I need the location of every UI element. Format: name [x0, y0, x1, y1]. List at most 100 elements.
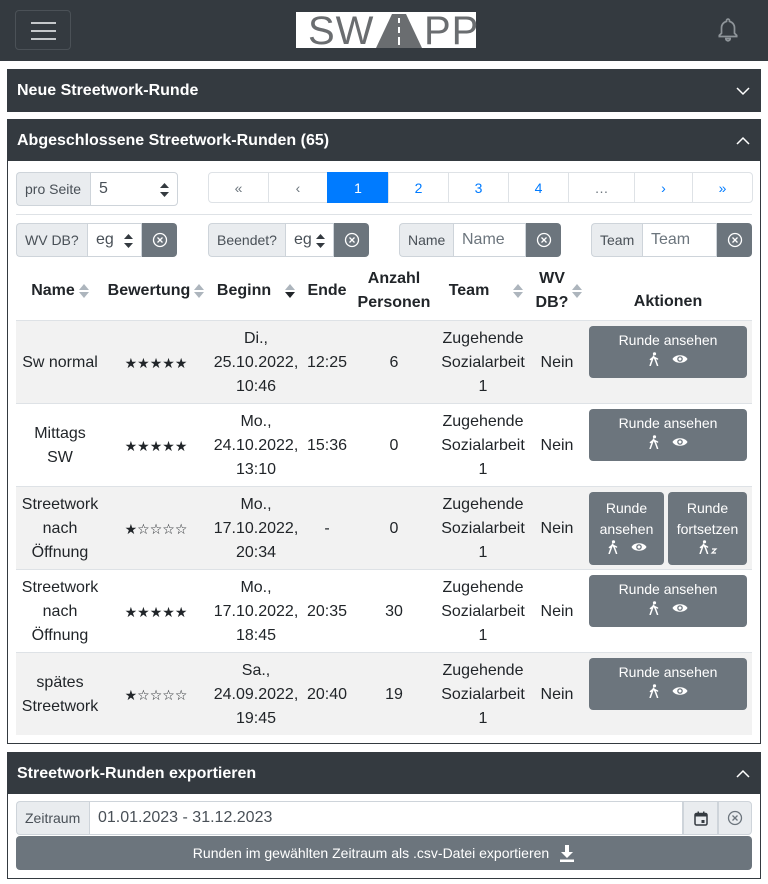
cell-team-line: Zugehende	[442, 329, 524, 347]
divider	[16, 214, 752, 215]
filter-wvdb-clear-button[interactable]	[142, 223, 177, 257]
col-header-wvdb-text: WV DB?	[536, 267, 569, 315]
export-range-input[interactable]: 01.01.2023 - 31.12.2023	[89, 801, 683, 835]
page-first-button[interactable]: «	[208, 172, 269, 203]
cell-name-line: nach	[42, 519, 78, 537]
cell-begin-line: Sa.,	[241, 661, 271, 679]
chevron-down-icon	[736, 87, 750, 96]
view-round-label-line2: ansehen	[599, 521, 654, 537]
cell-begin-line: 20:34	[235, 543, 277, 561]
table-row: Streetwork nach Öffnung ★☆☆☆☆ Mo., 17.10.2022…	[16, 486, 752, 569]
cell-wvdb: Nein	[540, 685, 574, 703]
view-round-button[interactable]: Runde ansehen	[589, 409, 747, 461]
cell-begin-line: 24.10.2022,	[213, 436, 299, 454]
cell-name-line: SW	[47, 448, 73, 466]
col-header-team[interactable]: Team	[440, 262, 532, 320]
filter-ended-value: eg	[294, 231, 312, 248]
logo-text-left: SW	[308, 9, 375, 53]
page-last-button[interactable]: »	[692, 172, 753, 203]
view-round-button[interactable]: Runde ansehen	[589, 575, 747, 627]
export-title: Streetwork-Runden exportieren	[17, 765, 257, 782]
new-round-header[interactable]: Neue Streetwork-Runde	[8, 70, 760, 111]
filter-ended-clear-button[interactable]	[334, 223, 369, 257]
cell-name-line: spätes	[36, 673, 84, 691]
walk-icon	[649, 684, 659, 698]
col-header-begin-label: Beginn	[216, 282, 272, 299]
rating-stars: ★☆☆☆☆	[124, 520, 188, 537]
cell-begin-line: Mo.,	[240, 495, 272, 513]
chevron-up-icon	[736, 136, 750, 145]
cell-begin-line: Mo.,	[240, 578, 272, 596]
filter-name-clear-button[interactable]	[526, 223, 561, 257]
page-3-button[interactable]: 3	[448, 172, 509, 203]
filter-ended-group: Beendet? eg	[208, 223, 369, 257]
export-range-group: Zeitraum 01.01.2023 - 31.12.2023	[16, 801, 752, 835]
cell-begin: Sa., 24.09.2022, 19:45	[208, 653, 304, 736]
table-row: Streetwork nach Öffnung ★★★★★ Mo., 17.10.2022…	[16, 569, 752, 652]
download-icon	[560, 844, 575, 862]
cell-name-line: Streetwork	[21, 697, 99, 715]
filter-name-input[interactable]: Name	[453, 223, 526, 257]
export-csv-button[interactable]: Runden im gewählten Zeitraum als .csv-Da…	[16, 836, 752, 870]
clear-circle-icon	[727, 810, 743, 826]
bell-icon[interactable]	[715, 17, 741, 43]
col-header-wvdb[interactable]: WV DB?	[534, 262, 584, 320]
cell-name-line: Sw normal	[22, 353, 98, 371]
cell-team: Zugehende Sozialarbeit 1	[436, 570, 530, 653]
filter-team-clear-button[interactable]	[717, 223, 752, 257]
page-next-button[interactable]: ›	[634, 172, 693, 203]
cell-begin-line: 19:45	[235, 709, 277, 727]
cell-begin-line: 25.10.2022,	[213, 353, 299, 371]
cell-team-line: Sozialarbeit	[441, 602, 525, 620]
page-1-button[interactable]: 1	[327, 172, 389, 203]
export-header[interactable]: Streetwork-Runden exportieren	[8, 753, 760, 794]
table-row: spätes Streetwork ★☆☆☆☆ Sa., 24.09.2022, 19:4…	[16, 652, 752, 735]
per-page-select[interactable]: 5	[90, 172, 178, 206]
page-2-button[interactable]: 2	[388, 172, 449, 203]
filter-wvdb-value: eg	[96, 231, 114, 248]
cell-begin-line: 24.09.2022,	[213, 685, 299, 703]
filter-team-input[interactable]: Team	[642, 223, 717, 257]
col-header-name[interactable]: Name	[16, 262, 104, 320]
rating-stars: ★★★★★	[124, 603, 188, 620]
col-header-rating[interactable]: Bewertung	[106, 262, 206, 320]
continue-round-label-line1: Runde	[686, 500, 729, 516]
cell-begin: Di., 25.10.2022, 10:46	[208, 321, 304, 404]
continue-round-label-line2: fortsetzen	[676, 521, 739, 537]
app-logo[interactable]: SW PP	[296, 9, 478, 53]
cell-wvdb: Nein	[540, 519, 574, 537]
cell-team-line: Zugehende	[442, 578, 524, 596]
cell-persons: 6	[389, 353, 399, 371]
view-round-button[interactable]: Runde ansehen	[589, 492, 664, 565]
page-prev-button[interactable]: ‹	[268, 172, 328, 203]
cell-name-line: nach	[42, 602, 78, 620]
walk-icon	[607, 540, 617, 554]
cell-team-line: Sozialarbeit	[441, 519, 525, 537]
cell-team-line: Sozialarbeit	[441, 436, 525, 454]
cell-team-line: 1	[478, 460, 488, 478]
export-range-clear-button[interactable]	[718, 801, 752, 835]
cell-team: Zugehende Sozialarbeit 1	[436, 404, 530, 487]
page-4-button[interactable]: 4	[508, 172, 569, 203]
col-header-persons: Anzahl Personen	[352, 262, 436, 320]
continue-round-button[interactable]: Runde fortsetzen	[668, 492, 747, 565]
clear-circle-icon	[536, 232, 551, 248]
completed-rounds-header[interactable]: Abgeschlossene Streetwork-Runden (65)	[8, 120, 760, 161]
view-round-button[interactable]: Runde ansehen	[589, 658, 747, 710]
calendar-button[interactable]	[683, 801, 718, 835]
view-round-button[interactable]: Runde ansehen	[589, 326, 747, 378]
filter-wvdb-select[interactable]: eg	[87, 223, 142, 257]
cell-name-line: Öffnung	[31, 543, 89, 561]
select-arrows-icon	[124, 234, 133, 248]
col-header-begin[interactable]: Beginn	[208, 262, 304, 320]
walk-continue-icon	[698, 540, 717, 554]
col-header-wvdb-line2: DB?	[535, 294, 569, 311]
cell-team-line: 1	[478, 626, 488, 644]
filter-ended-select[interactable]: eg	[285, 223, 334, 257]
filter-wvdb-label: WV DB?	[16, 223, 87, 257]
menu-toggle-button[interactable]	[15, 10, 71, 50]
cell-wvdb: Nein	[540, 353, 574, 371]
col-header-end: Ende	[304, 262, 350, 320]
hamburger-icon-bar	[31, 22, 56, 24]
cell-team-line: Sozialarbeit	[441, 685, 525, 703]
